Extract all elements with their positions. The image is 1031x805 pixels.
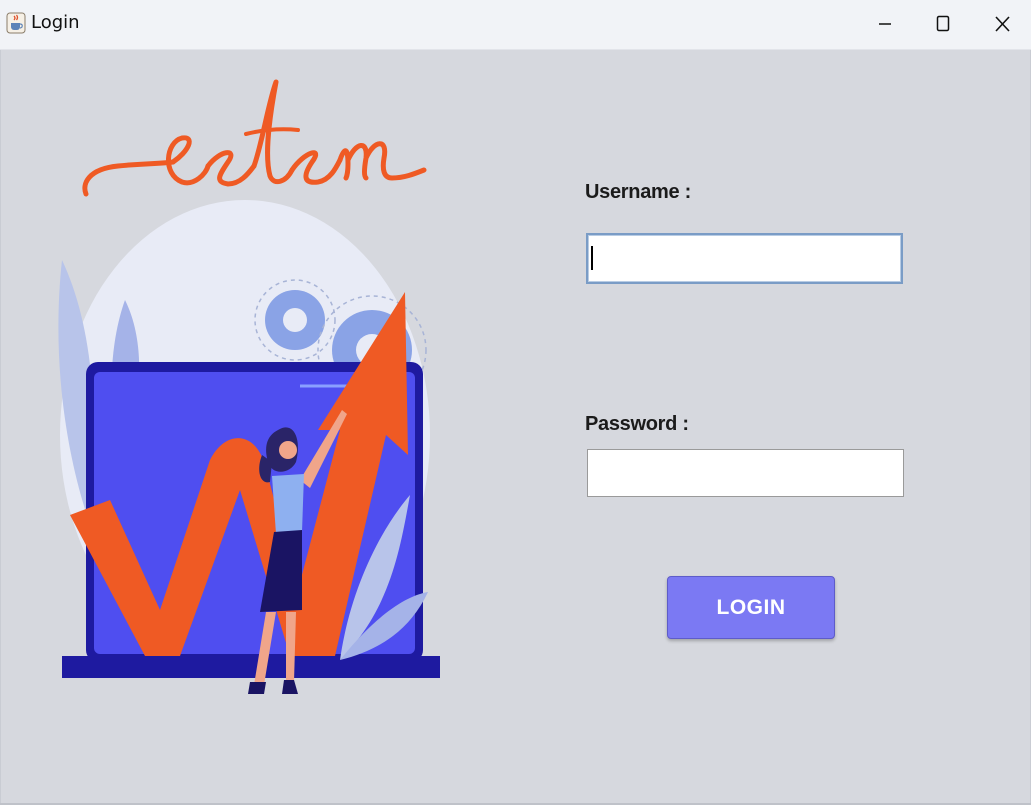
title-bar: Login [0,0,1031,50]
close-icon [995,16,1010,32]
window-title: Login [31,12,80,33]
username-label: Username : [585,181,691,203]
minimize-icon [879,23,891,25]
password-label: Password : [585,413,689,435]
java-coffee-cup-icon [6,12,26,34]
minimize-button[interactable] [865,8,905,40]
password-input[interactable] [587,449,904,497]
username-input[interactable] [586,233,903,284]
login-button[interactable]: LOGIN [667,576,835,639]
text-caret [591,246,593,270]
maximize-button[interactable] [923,8,963,40]
close-button[interactable] [982,8,1022,40]
maximize-icon [936,15,950,32]
growth-illustration [58,200,440,694]
